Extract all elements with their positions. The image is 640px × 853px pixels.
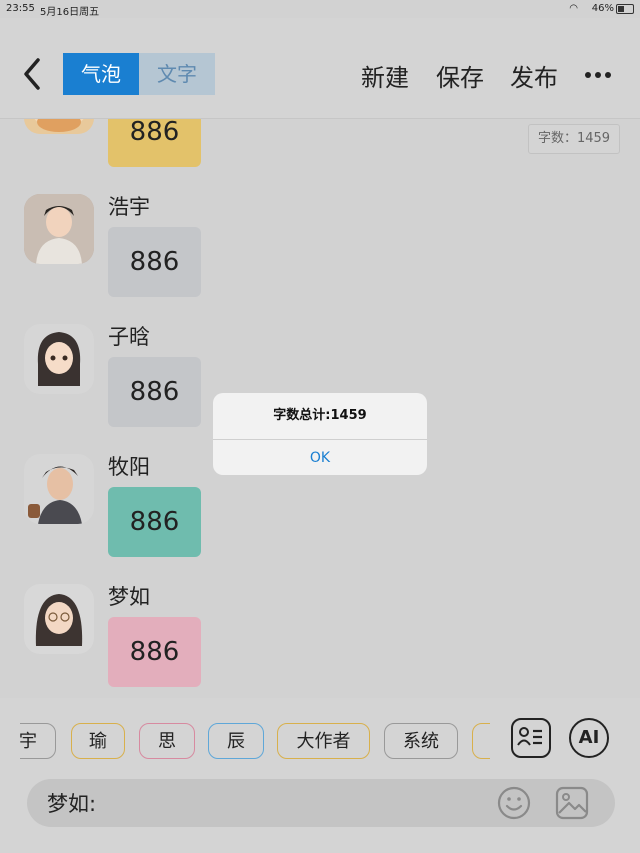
ai-button[interactable]: AI: [569, 718, 609, 758]
message-bubble[interactable]: 886: [108, 487, 201, 557]
word-count-badge: 字数：1459: [528, 124, 620, 154]
status-date: 5月16日周五: [40, 7, 100, 18]
message-input[interactable]: 梦如:: [27, 779, 615, 827]
tab-bubble[interactable]: 气泡: [63, 53, 139, 95]
publish-button[interactable]: 发布: [510, 58, 558, 93]
avatar[interactable]: [24, 119, 94, 134]
avatar[interactable]: [24, 324, 94, 394]
emoji-button[interactable]: [497, 786, 531, 820]
avatar-image: [24, 194, 94, 264]
bottom-panel: 宇 瑜 思 辰 大作者 系统 AI 梦如:: [0, 698, 640, 853]
back-button[interactable]: [18, 54, 48, 94]
more-menu-button[interactable]: [585, 72, 611, 78]
alert-message: 字数总计:1459: [213, 393, 427, 440]
sender-name: 牧阳: [108, 455, 150, 479]
avatar[interactable]: [24, 584, 94, 654]
message-bubble[interactable]: 886: [108, 617, 201, 687]
status-time: 23:55: [6, 3, 35, 14]
character-chip[interactable]: 思: [139, 723, 195, 759]
avatar-image: [24, 324, 94, 394]
character-chips[interactable]: 宇 瑜 思 辰 大作者 系统: [20, 723, 490, 761]
alert-dialog: 字数总计:1459 OK: [213, 393, 427, 475]
alert-ok-button[interactable]: OK: [213, 440, 427, 475]
avatar-image: [24, 454, 94, 524]
message-bubble[interactable]: 886: [108, 119, 201, 167]
sender-name: 浩宇: [108, 195, 150, 219]
character-chip[interactable]: [472, 723, 490, 759]
character-chip[interactable]: 瑜: [71, 723, 125, 759]
sender-name: 梦如: [108, 585, 150, 609]
character-chip[interactable]: 大作者: [277, 723, 370, 759]
more-dot-icon: [585, 72, 591, 78]
tab-text[interactable]: 文字: [139, 53, 215, 95]
smiley-icon: [497, 786, 531, 820]
chevron-left-icon: [24, 58, 40, 90]
character-chip[interactable]: 系统: [384, 723, 458, 759]
battery-percent: 46%: [591, 3, 614, 14]
avatar-image: [24, 584, 94, 654]
mode-toggle: 气泡 文字: [63, 53, 215, 95]
message-bubble[interactable]: 886: [108, 227, 201, 297]
more-dot-icon: [595, 72, 601, 78]
avatar-image: [34, 119, 84, 132]
contact-card-button[interactable]: [511, 718, 551, 758]
status-bar: 23:55 5月16日周五 ◠ 46%: [0, 0, 640, 18]
more-dot-icon: [605, 72, 611, 78]
sender-name: 子晗: [108, 325, 150, 349]
input-prompt: 梦如:: [47, 792, 97, 816]
image-icon: [555, 786, 589, 820]
wifi-icon: ◠: [569, 3, 578, 14]
avatar[interactable]: [24, 454, 94, 524]
message-bubble[interactable]: 886: [108, 357, 201, 427]
image-button[interactable]: [555, 786, 589, 820]
save-button[interactable]: 保存: [436, 58, 484, 93]
character-chip[interactable]: 辰: [208, 723, 264, 759]
avatar[interactable]: [24, 194, 94, 264]
top-bar: 气泡 文字 新建 保存 发布: [0, 18, 640, 119]
character-chip[interactable]: 宇: [20, 723, 56, 759]
battery-icon: [616, 4, 634, 14]
contact-card-icon: [517, 727, 542, 746]
new-button[interactable]: 新建: [361, 58, 409, 93]
